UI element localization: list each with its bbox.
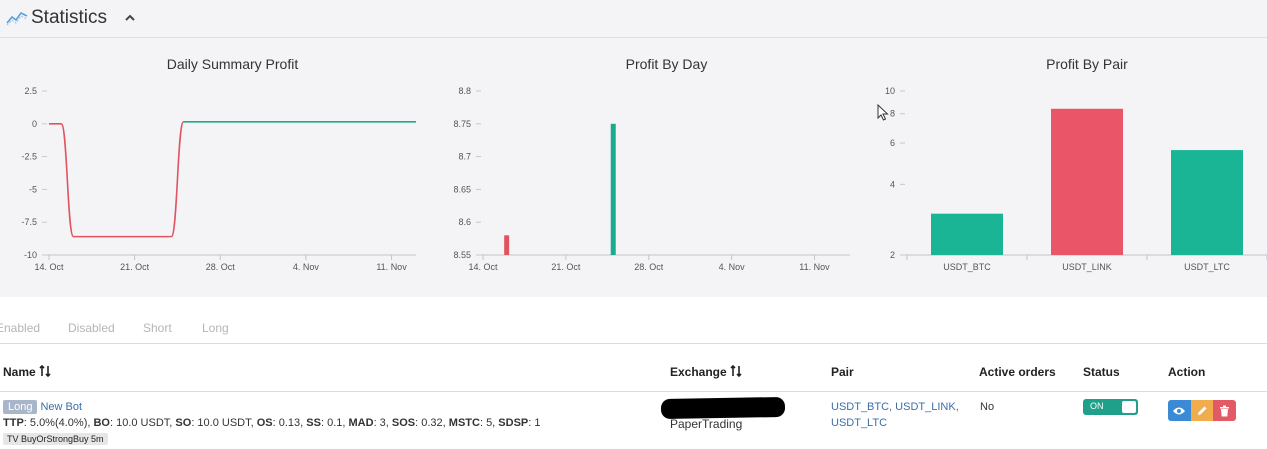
sort-icon[interactable]	[730, 365, 742, 377]
column-header-pair: Pair	[831, 365, 854, 379]
chart-line-icon	[6, 11, 28, 26]
x-tick-label: 4. Nov	[719, 262, 746, 272]
bot-name-link[interactable]: New Bot	[40, 401, 82, 413]
x-tick-label: USDT_LTC	[1184, 262, 1230, 272]
param-sos: SOS: 0.32,	[391, 417, 449, 429]
sort-icon[interactable]	[39, 365, 51, 377]
pair-links[interactable]: USDT_BTC, USDT_LINK,	[831, 401, 959, 413]
pencil-icon	[1197, 406, 1207, 415]
param-sdsp: SDSP: 1	[498, 417, 541, 429]
param-mstc: MSTC: 5,	[448, 417, 499, 429]
y-tick-label: -7.5	[21, 217, 37, 227]
direction-badge[interactable]: Long	[3, 400, 38, 414]
bar	[610, 123, 616, 255]
x-tick-label: USDT_LINK	[1062, 262, 1112, 272]
chevron-up-icon[interactable]	[121, 9, 139, 27]
exchange-type: PaperTrading	[670, 417, 743, 431]
status-toggle[interactable]: ON	[1083, 399, 1138, 415]
toggle-knob	[1122, 401, 1136, 413]
x-tick-label: 11. Nov	[376, 262, 407, 272]
param-bo: BO: 10.0 USDT,	[93, 417, 176, 429]
bar	[1171, 150, 1243, 255]
mouse-cursor-icon	[877, 104, 889, 121]
x-tick-label: 11. Nov	[799, 262, 830, 272]
y-tick-label: 2	[890, 250, 895, 260]
trash-icon	[1219, 405, 1229, 416]
filter-tab-enabled[interactable]: Enabled	[0, 321, 40, 335]
param-os: OS: 0.13,	[256, 417, 307, 429]
y-tick-label: 8.65	[453, 184, 471, 194]
bar	[1051, 108, 1123, 255]
y-tick-label: 8.6	[458, 217, 471, 227]
strategy-tag: TV BuyOrStrongBuy 5m	[3, 433, 108, 445]
pair-line-1: USDT_BTC, USDT_LINK,	[831, 401, 959, 413]
bar	[931, 213, 1003, 255]
y-tick-label: 8.75	[453, 119, 471, 129]
y-tick-label: 0	[32, 119, 37, 129]
statistics-panel: Statistics Daily Summary Profit 2.5 0 -2.5 -…	[0, 0, 1267, 297]
param-ss: SS: 0.1,	[306, 417, 349, 429]
x-tick-label: 21. Oct	[551, 262, 581, 272]
x-tick-label: USDT_BTC	[943, 262, 991, 272]
x-tick-label: 14. Oct	[468, 262, 498, 272]
y-tick-label: 2.5	[24, 86, 37, 96]
x-tick-label: 4. Nov	[293, 262, 320, 272]
column-header-status: Status	[1083, 365, 1120, 379]
bar	[504, 235, 510, 255]
y-tick-label: 6	[890, 138, 895, 148]
bot-parameters: TTP: 5.0%(4.0%), BO: 10.0 USDT, SO: 10.0…	[3, 417, 541, 429]
column-header-active-orders: Active orders	[979, 365, 1056, 379]
page: Statistics Daily Summary Profit 2.5 0 -2.5 -…	[0, 0, 1267, 449]
view-button[interactable]	[1168, 400, 1191, 421]
active-orders-value: No	[980, 401, 995, 413]
y-tick-label: 10	[885, 86, 895, 96]
pair-line-2: USDT_LTC	[831, 417, 887, 429]
eye-icon	[1173, 407, 1186, 414]
y-tick-label: 8.55	[453, 250, 471, 260]
y-tick-label: 8.8	[458, 86, 471, 96]
y-tick-label: -10	[24, 250, 37, 260]
param-so: SO: 10.0 USDT,	[175, 417, 257, 429]
status-toggle-label: ON	[1090, 401, 1104, 411]
y-tick-label: -2.5	[21, 152, 37, 162]
statistics-title: Statistics	[31, 7, 108, 28]
redacted-exchange-name	[660, 396, 786, 420]
x-tick-label: 28. Oct	[206, 262, 236, 272]
param-mad: MAD: 3,	[348, 417, 392, 429]
bot-name-cell: Long New Bot	[3, 400, 82, 414]
x-tick-label: 28. Oct	[634, 262, 664, 272]
x-tick-label: 14. Oct	[34, 262, 64, 272]
chart-title: Daily Summary Profit	[167, 56, 299, 72]
column-header-name[interactable]: Name	[3, 365, 51, 379]
series-line	[49, 121, 185, 238]
edit-button[interactable]	[1190, 400, 1214, 421]
y-tick-label: 4	[890, 179, 895, 189]
column-header-action: Action	[1168, 365, 1206, 379]
y-tick-label: 8	[890, 109, 895, 119]
profit-by-day-chart: Profit By Day 8.8 8.75 8.7 8.65 8.6 8.55 14. Oc…	[435, 46, 870, 286]
profit-by-pair-chart: Profit By Pair 10 8 6 4 2 USDT_BTC USDT_LINK USD…	[870, 46, 1267, 286]
table-header: Name Exchange Pair Active orders Status …	[0, 356, 1267, 392]
param-ttp: TTP: 5.0%(4.0%),	[3, 417, 94, 429]
action-buttons	[1168, 400, 1236, 421]
daily-summary-profit-chart: Daily Summary Profit 2.5 0 -2.5 -5 -7.5 -10 14.…	[0, 46, 435, 286]
strategy-cell: TV BuyOrStrongBuy 5m	[3, 433, 108, 445]
x-tick-label: 21. Oct	[120, 262, 150, 272]
filter-tab-disabled[interactable]: Disabled	[68, 321, 115, 335]
chart-title: Profit By Day	[626, 56, 708, 72]
filter-tab-long[interactable]: Long	[202, 321, 229, 335]
y-tick-label: 8.7	[458, 152, 471, 162]
pair-link-ltc[interactable]: USDT_LTC	[831, 417, 887, 429]
filter-tab-short[interactable]: Short	[143, 321, 172, 335]
chart-title: Profit By Pair	[1046, 56, 1128, 72]
table-row: Long New Bot TTP: 5.0%(4.0%), BO: 10.0 US…	[0, 392, 1267, 449]
y-tick-label: -5	[29, 184, 37, 194]
filter-tabs: Enabled Disabled Short Long	[0, 312, 1267, 344]
column-header-exchange[interactable]: Exchange	[670, 365, 742, 379]
delete-button[interactable]	[1213, 400, 1236, 421]
statistics-header: Statistics	[0, 0, 1267, 38]
